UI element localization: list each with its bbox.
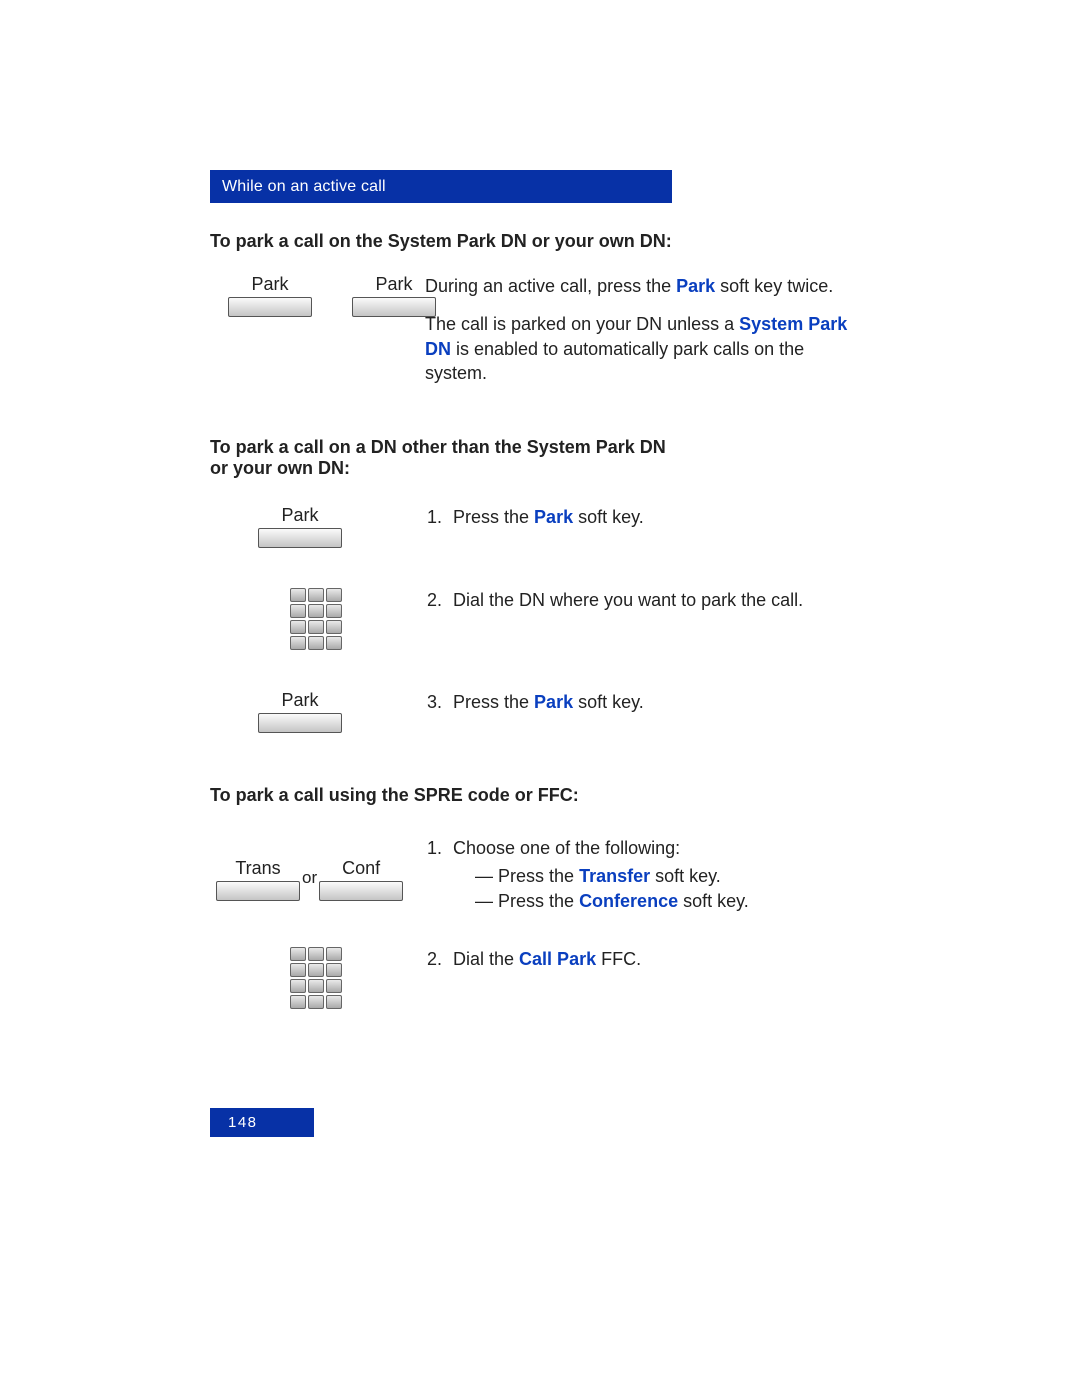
softkey-button-icon — [258, 713, 342, 733]
keypad-icon — [290, 588, 342, 650]
softkey-button-icon — [228, 297, 312, 317]
step-2: Dial the DN where you want to park the c… — [447, 588, 870, 612]
or-text: or — [302, 868, 317, 888]
text: Press the — [453, 692, 534, 712]
text: soft key. — [650, 866, 721, 886]
text: Choose one of the following: — [453, 838, 680, 858]
text: soft key. — [678, 891, 749, 911]
text: soft key. — [573, 507, 644, 527]
section-header-bar: While on an active call — [210, 170, 672, 203]
park-key: Park — [258, 690, 342, 733]
section1-heading: To park a call on the System Park DN or … — [210, 231, 870, 252]
section3-heading: To park a call using the SPRE code or FF… — [210, 785, 870, 806]
text: soft key twice. — [715, 276, 833, 296]
trans-key-label: Trans — [235, 858, 280, 879]
softkey-button-icon — [319, 881, 403, 901]
text: Press the — [498, 891, 579, 911]
section2-step3-row: Park Press the Park soft key. — [210, 690, 870, 733]
step-list: Press the Park soft key. — [425, 690, 870, 714]
text: Press the — [498, 866, 579, 886]
section2-step2-row: Dial the DN where you want to park the c… — [210, 588, 870, 650]
transfer-keyword: Transfer — [579, 866, 650, 886]
park-keyword: Park — [534, 692, 573, 712]
step-3: Press the Park soft key. — [447, 690, 870, 714]
text: Dial the — [453, 949, 519, 969]
section2-heading: To park a call on a DN other than the Sy… — [210, 437, 670, 479]
softkey-button-icon — [258, 528, 342, 548]
text: During an active call, press the — [425, 276, 676, 296]
call-park-keyword: Call Park — [519, 949, 596, 969]
conf-key-label: Conf — [342, 858, 380, 879]
section3-step2-row: Dial the Call Park FFC. — [210, 947, 870, 1009]
park-key-label: Park — [281, 690, 318, 711]
park-keyword: Park — [676, 276, 715, 296]
section3-step1-row: Trans or Conf Choose one of the followin… — [210, 836, 870, 913]
step-2: Dial the Call Park FFC. — [447, 947, 870, 971]
page-number: 148 — [228, 1114, 258, 1131]
conference-keyword: Conference — [579, 891, 678, 911]
section-header-text: While on an active call — [222, 178, 386, 195]
park-key-2-label: Park — [375, 274, 412, 295]
park-key-1-label: Park — [251, 274, 288, 295]
section1-keys: Park Park — [210, 274, 425, 317]
trans-key: Trans — [216, 858, 300, 901]
document-page: While on an active call To park a call o… — [0, 0, 1080, 1397]
park-keyword: Park — [534, 507, 573, 527]
text: The call is parked on your DN unless a — [425, 314, 739, 334]
step-list: Choose one of the following: Press the T… — [425, 836, 870, 913]
step-1: Press the Park soft key. — [447, 505, 870, 529]
park-key-1: Park — [228, 274, 312, 317]
step-1: Choose one of the following: Press the T… — [447, 836, 870, 913]
text: soft key. — [573, 692, 644, 712]
park-key-2: Park — [352, 274, 436, 317]
section2-step1-row: Park Press the Park soft key. — [210, 505, 870, 548]
keypad-icon — [290, 947, 342, 1009]
text: FFC. — [596, 949, 641, 969]
softkey-button-icon — [352, 297, 436, 317]
park-key-label: Park — [281, 505, 318, 526]
page-number-bar: 148 — [210, 1108, 314, 1137]
text: is enabled to automatically park calls o… — [425, 339, 804, 383]
section1-row: Park Park During an active call, press t… — [210, 274, 870, 389]
option-conference: Press the Conference soft key. — [475, 889, 870, 913]
park-key: Park — [258, 505, 342, 548]
option-transfer: Press the Transfer soft key. — [475, 864, 870, 888]
step-list: Dial the Call Park FFC. — [425, 947, 870, 971]
softkey-button-icon — [216, 881, 300, 901]
conf-key: Conf — [319, 858, 403, 901]
section1-text: During an active call, press the Park so… — [425, 274, 870, 389]
text: Press the — [453, 507, 534, 527]
step-list: Dial the DN where you want to park the c… — [425, 588, 870, 612]
step-list: Press the Park soft key. — [425, 505, 870, 529]
